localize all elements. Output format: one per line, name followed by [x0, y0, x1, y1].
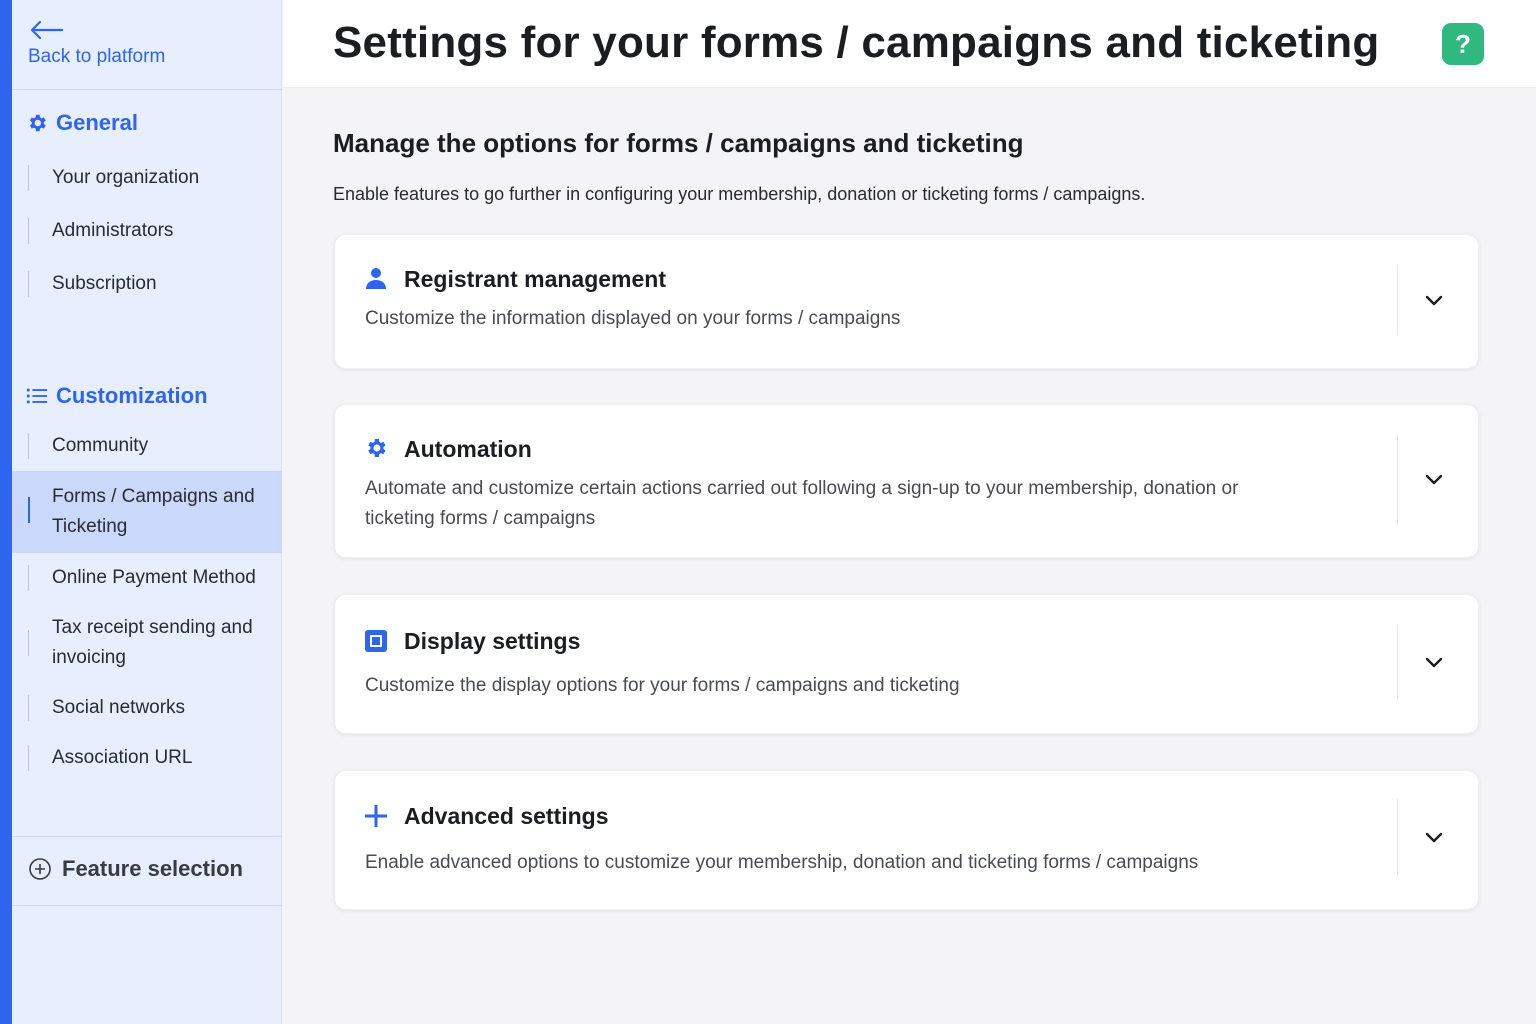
plus-icon [365, 805, 387, 827]
section-description: Enable features to go further in configu… [333, 184, 1146, 204]
chevron-down-icon[interactable] [1423, 651, 1445, 673]
sidebar-item-subscription[interactable]: Subscription [12, 268, 282, 300]
sidebar-item-label: Community [52, 435, 149, 456]
sidebar-item-label: Social networks [52, 697, 186, 718]
sidebar-item-association-url[interactable]: Association URL [12, 742, 282, 774]
page-header: Settings for your forms / campaigns and … [283, 0, 1536, 88]
app: Back to platform General Your organizati… [0, 0, 1536, 1024]
card-description: Automate and customize certain actions c… [365, 478, 1239, 529]
sidebar-item-online-payment-method[interactable]: Online Payment Method [12, 562, 282, 594]
sidebar-divider [12, 905, 282, 906]
card-automation: Automation Automate and customize certai… [334, 404, 1479, 558]
sidebar-item-label: Forms / Campaigns and Ticketing [52, 486, 255, 537]
card-description: Customize the information displayed on y… [365, 308, 901, 329]
sidebar-item-label: Tax receipt sending and invoicing [52, 617, 253, 668]
page-title: Settings for your forms / campaigns and … [333, 18, 1380, 67]
back-to-platform-link[interactable]: Back to platform [28, 18, 165, 68]
sidebar-item-label: Association URL [52, 747, 193, 768]
gear-icon [368, 439, 386, 457]
chevron-down-icon[interactable] [1423, 826, 1445, 848]
card-display-settings: Display settings Customize the display o… [334, 594, 1479, 734]
card-description: Customize the display options for your f… [365, 675, 960, 696]
section-customization: Customization [26, 383, 208, 409]
sidebar-item-label: Your organization [52, 167, 200, 188]
feature-selection-label: Feature selection [62, 856, 243, 881]
sidebar-item-administrators[interactable]: Administrators [12, 215, 282, 247]
sidebar-item-community[interactable]: Community [12, 430, 282, 462]
sidebar-accent-strip [0, 0, 12, 1024]
plus-circle-icon [29, 858, 51, 880]
card-title: Display settings [404, 628, 581, 654]
sidebar-item-tax-receipt[interactable]: Tax receipt sending and invoicing [12, 612, 282, 674]
sidebar: Back to platform General Your organizati… [12, 0, 282, 1024]
user-icon [366, 268, 386, 289]
sidebar-divider [12, 89, 282, 90]
feature-selection-button[interactable]: Feature selection [28, 856, 243, 882]
list-icon [26, 388, 48, 404]
card-registrant-management: Registrant management Customize the info… [334, 234, 1479, 369]
sidebar-divider [12, 836, 282, 837]
section-general: General [26, 110, 138, 136]
sidebar-item-label: Administrators [52, 220, 174, 241]
card-advanced-settings: Advanced settings Enable advanced option… [334, 770, 1479, 910]
section-general-label: General [56, 110, 138, 135]
card-title: Automation [404, 436, 532, 462]
chevron-down-icon[interactable] [1423, 468, 1445, 490]
gear-icon [29, 114, 46, 132]
help-button[interactable]: ? [1442, 23, 1484, 65]
section-customization-label: Customization [56, 383, 208, 408]
sidebar-item-your-organization[interactable]: Your organization [12, 162, 282, 194]
arrow-left-icon [30, 20, 64, 40]
card-description: Enable advanced options to customize you… [365, 852, 1199, 873]
sidebar-item-label: Subscription [52, 273, 157, 294]
section-title: Manage the options for forms / campaigns… [333, 128, 1024, 158]
sidebar-item-label: Online Payment Method [52, 567, 256, 588]
sidebar-item-forms-campaigns-ticketing[interactable]: Forms / Campaigns and Ticketing [12, 471, 282, 553]
chevron-down-icon[interactable] [1423, 289, 1445, 311]
card-title: Advanced settings [404, 803, 609, 829]
back-to-platform-label: Back to platform [28, 46, 166, 67]
square-icon [365, 630, 387, 652]
sidebar-item-social-networks[interactable]: Social networks [12, 692, 282, 724]
card-title: Registrant management [404, 266, 667, 292]
